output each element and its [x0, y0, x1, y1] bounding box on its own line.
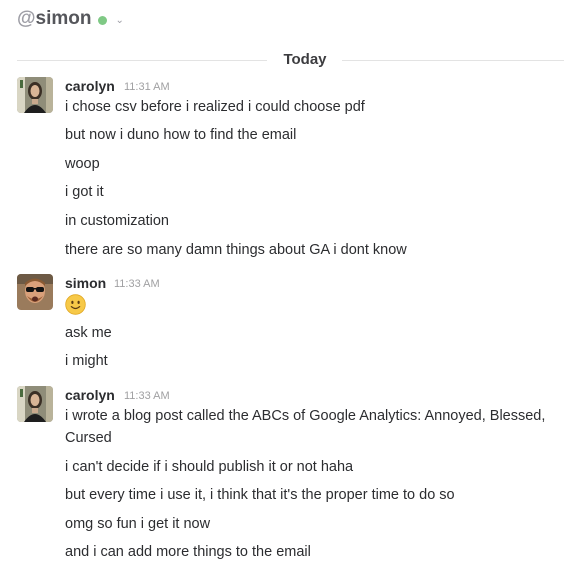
day-divider-line-left — [17, 60, 267, 61]
message-text: there are so many damn things about GA i… — [65, 242, 407, 258]
day-divider-label: Today — [283, 51, 327, 68]
message-timestamp[interactable]: 11:31 AM — [124, 78, 170, 96]
day-divider-line-right — [342, 60, 564, 61]
message-text: i got it — [65, 184, 104, 200]
channel-name[interactable]: simon — [36, 8, 92, 30]
message-text: i might — [65, 353, 108, 369]
message-text: but now i duno how to find the email — [65, 127, 297, 143]
presence-dot-icon — [98, 15, 108, 25]
message-username[interactable]: carolyn — [65, 386, 115, 404]
slightly-smiling-face-icon — [65, 294, 86, 315]
message-text: omg so fun i get it now — [65, 516, 211, 532]
message-timestamp[interactable]: 11:33 AM — [124, 387, 170, 405]
message-username[interactable]: simon — [65, 274, 106, 292]
message-text: but every time i use it, i think that it… — [65, 487, 455, 503]
avatar[interactable] — [17, 386, 53, 422]
message-text: ask me — [65, 325, 112, 341]
message-text: i can't decide if i should publish it or… — [65, 459, 354, 475]
avatar[interactable] — [17, 274, 53, 310]
at-sign: @ — [17, 8, 36, 29]
message-text: and i can add more things to the email — [65, 544, 311, 560]
message-username[interactable]: carolyn — [65, 77, 115, 95]
message-text: woop — [65, 156, 100, 172]
message-text: i wrote a blog post called the ABCs of G… — [65, 408, 546, 446]
avatar[interactable] — [17, 77, 53, 113]
message-text: i chose csv before i realized i could ch… — [65, 99, 365, 115]
chevron-down-icon[interactable]: ⌄ — [115, 15, 123, 26]
message-timestamp[interactable]: 11:33 AM — [114, 275, 160, 293]
channel-header[interactable]: @ simon ⌄ — [17, 4, 124, 34]
message-text: in customization — [65, 213, 169, 229]
